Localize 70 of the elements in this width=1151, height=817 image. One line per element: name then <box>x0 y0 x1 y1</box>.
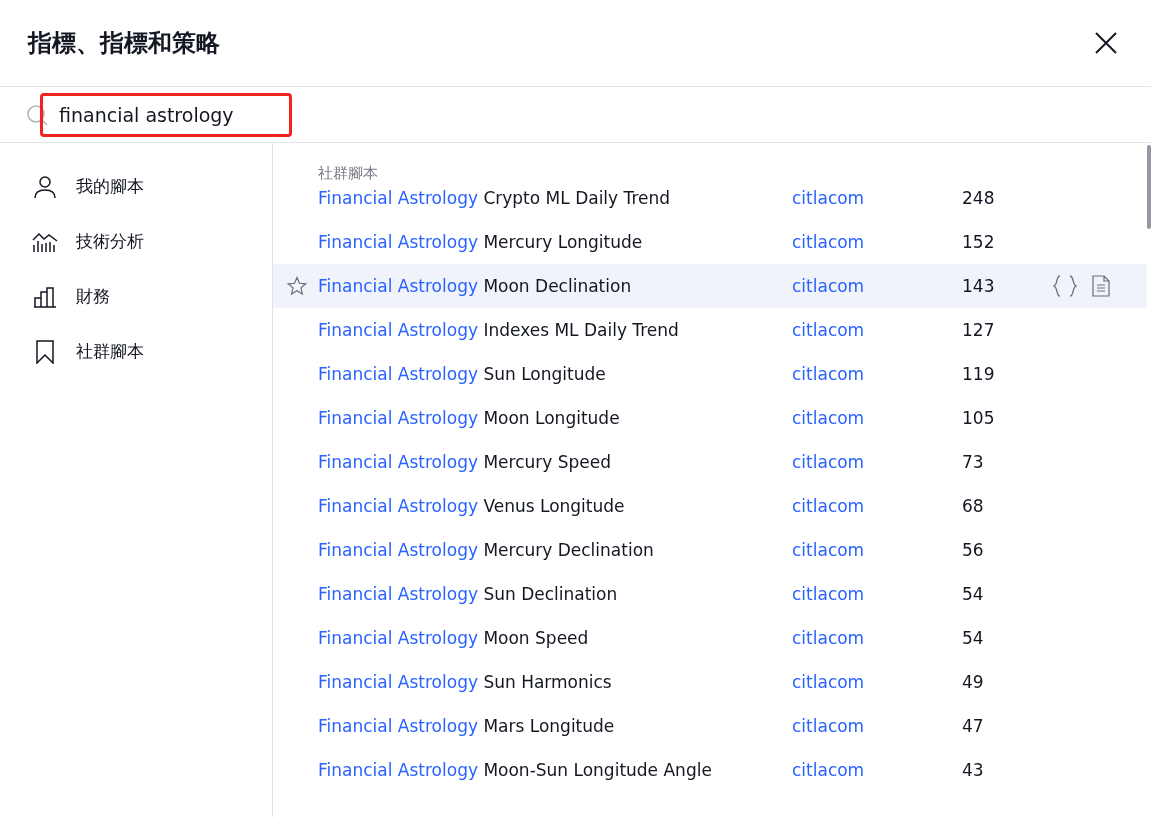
result-row[interactable]: Financial Astrology Mars Longitude citlacom 47 <box>273 704 1147 748</box>
script-name: Financial Astrology Sun Longitude <box>318 364 607 384</box>
result-row[interactable]: Financial Astrology Mercury Longitude citlacom 152 <box>273 220 1147 264</box>
script-name: Financial Astrology Crypto ML Daily Trend <box>318 188 672 208</box>
script-name: Financial Astrology Moon-Sun Longitude Angle <box>318 760 713 780</box>
author-link[interactable]: citlacom <box>792 452 962 472</box>
author-link[interactable]: citlacom <box>792 760 962 780</box>
usage-count: 73 <box>962 452 985 472</box>
author-link[interactable]: citlacom <box>792 672 962 692</box>
usage-count: 127 <box>962 320 996 340</box>
script-name: Financial Astrology Mercury Declination <box>318 540 655 560</box>
sidebar-item[interactable]: 財務 <box>0 269 272 324</box>
result-row[interactable]: Financial Astrology Venus Longitude citlacom 68 <box>273 484 1147 528</box>
result-row[interactable]: Financial Astrology Moon-Sun Longitude Angle citlacom 43 <box>273 748 1147 792</box>
script-name: Financial Astrology Indexes ML Daily Trend <box>318 320 680 340</box>
dialog-title: 指標、指標和策略 <box>28 28 220 59</box>
usage-count: 49 <box>962 672 985 692</box>
scrollbar[interactable] <box>1147 145 1151 229</box>
script-name: Financial Astrology Moon Longitude <box>318 408 621 428</box>
bar-chart-icon <box>32 285 58 308</box>
usage-count: 119 <box>962 364 996 384</box>
result-row[interactable]: Financial Astrology Mercury Declination citlacom 56 <box>273 528 1147 572</box>
person-icon <box>32 174 58 199</box>
script-name: Financial Astrology Sun Declination <box>318 584 619 604</box>
script-name: Financial Astrology Venus Longitude <box>318 496 626 516</box>
author-link[interactable]: citlacom <box>792 408 962 428</box>
usage-count: 54 <box>962 584 985 604</box>
search-icon <box>26 103 48 126</box>
usage-count: 47 <box>962 716 985 736</box>
author-link[interactable]: citlacom <box>792 540 962 560</box>
usage-count: 105 <box>962 408 996 428</box>
source-code-icon[interactable] <box>1052 275 1078 297</box>
result-row[interactable]: Financial Astrology Sun Longitude citlacom 119 <box>273 352 1147 396</box>
usage-count: 248 <box>962 188 996 208</box>
script-name: Financial Astrology Mars Longitude <box>318 716 616 736</box>
result-row[interactable]: Financial Astrology Moon Declination citlacom 143 <box>273 264 1147 308</box>
document-icon[interactable] <box>1092 275 1110 297</box>
result-row[interactable]: Financial Astrology Sun Declination citlacom 54 <box>273 572 1147 616</box>
usage-count: 143 <box>962 276 996 296</box>
usage-count: 152 <box>962 232 996 252</box>
result-row[interactable]: Financial Astrology Moon Longitude citlacom 105 <box>273 396 1147 440</box>
sidebar-item[interactable]: 技術分析 <box>0 214 272 269</box>
result-row[interactable]: Financial Astrology Mercury Speed citlacom 73 <box>273 440 1147 484</box>
close-icon[interactable] <box>1094 31 1118 55</box>
author-link[interactable]: citlacom <box>792 628 962 648</box>
author-link[interactable]: citlacom <box>792 320 962 340</box>
author-link[interactable]: citlacom <box>792 716 962 736</box>
script-name: Financial Astrology Moon Declination <box>318 276 633 296</box>
search-field[interactable]: financial astrology <box>40 92 292 137</box>
result-row[interactable]: Financial Astrology Sun Harmonics citlacom 49 <box>273 660 1147 704</box>
author-link[interactable]: citlacom <box>792 496 962 516</box>
usage-count: 54 <box>962 628 985 648</box>
star-icon[interactable] <box>286 276 307 296</box>
author-link[interactable]: citlacom <box>792 276 962 296</box>
script-name: Financial Astrology Mercury Speed <box>318 452 612 472</box>
author-link[interactable]: citlacom <box>792 364 962 384</box>
author-link[interactable]: citlacom <box>792 584 962 604</box>
script-name: Financial Astrology Mercury Longitude <box>318 232 644 252</box>
author-link[interactable]: citlacom <box>792 232 962 252</box>
author-link[interactable]: citlacom <box>792 188 962 208</box>
result-row[interactable]: Financial Astrology Indexes ML Daily Trend citlacom 127 <box>273 308 1147 352</box>
usage-count: 56 <box>962 540 985 560</box>
usage-count: 68 <box>962 496 985 516</box>
result-row[interactable]: Financial Astrology Moon Speed citlacom 54 <box>273 616 1147 660</box>
sidebar-item[interactable]: 社群腳本 <box>0 324 272 379</box>
sidebar-item[interactable]: 我的腳本 <box>0 159 272 214</box>
script-name: Financial Astrology Sun Harmonics <box>318 672 613 692</box>
chart-icon <box>32 230 58 253</box>
usage-count: 43 <box>962 760 985 780</box>
script-name: Financial Astrology Moon Speed <box>318 628 590 648</box>
